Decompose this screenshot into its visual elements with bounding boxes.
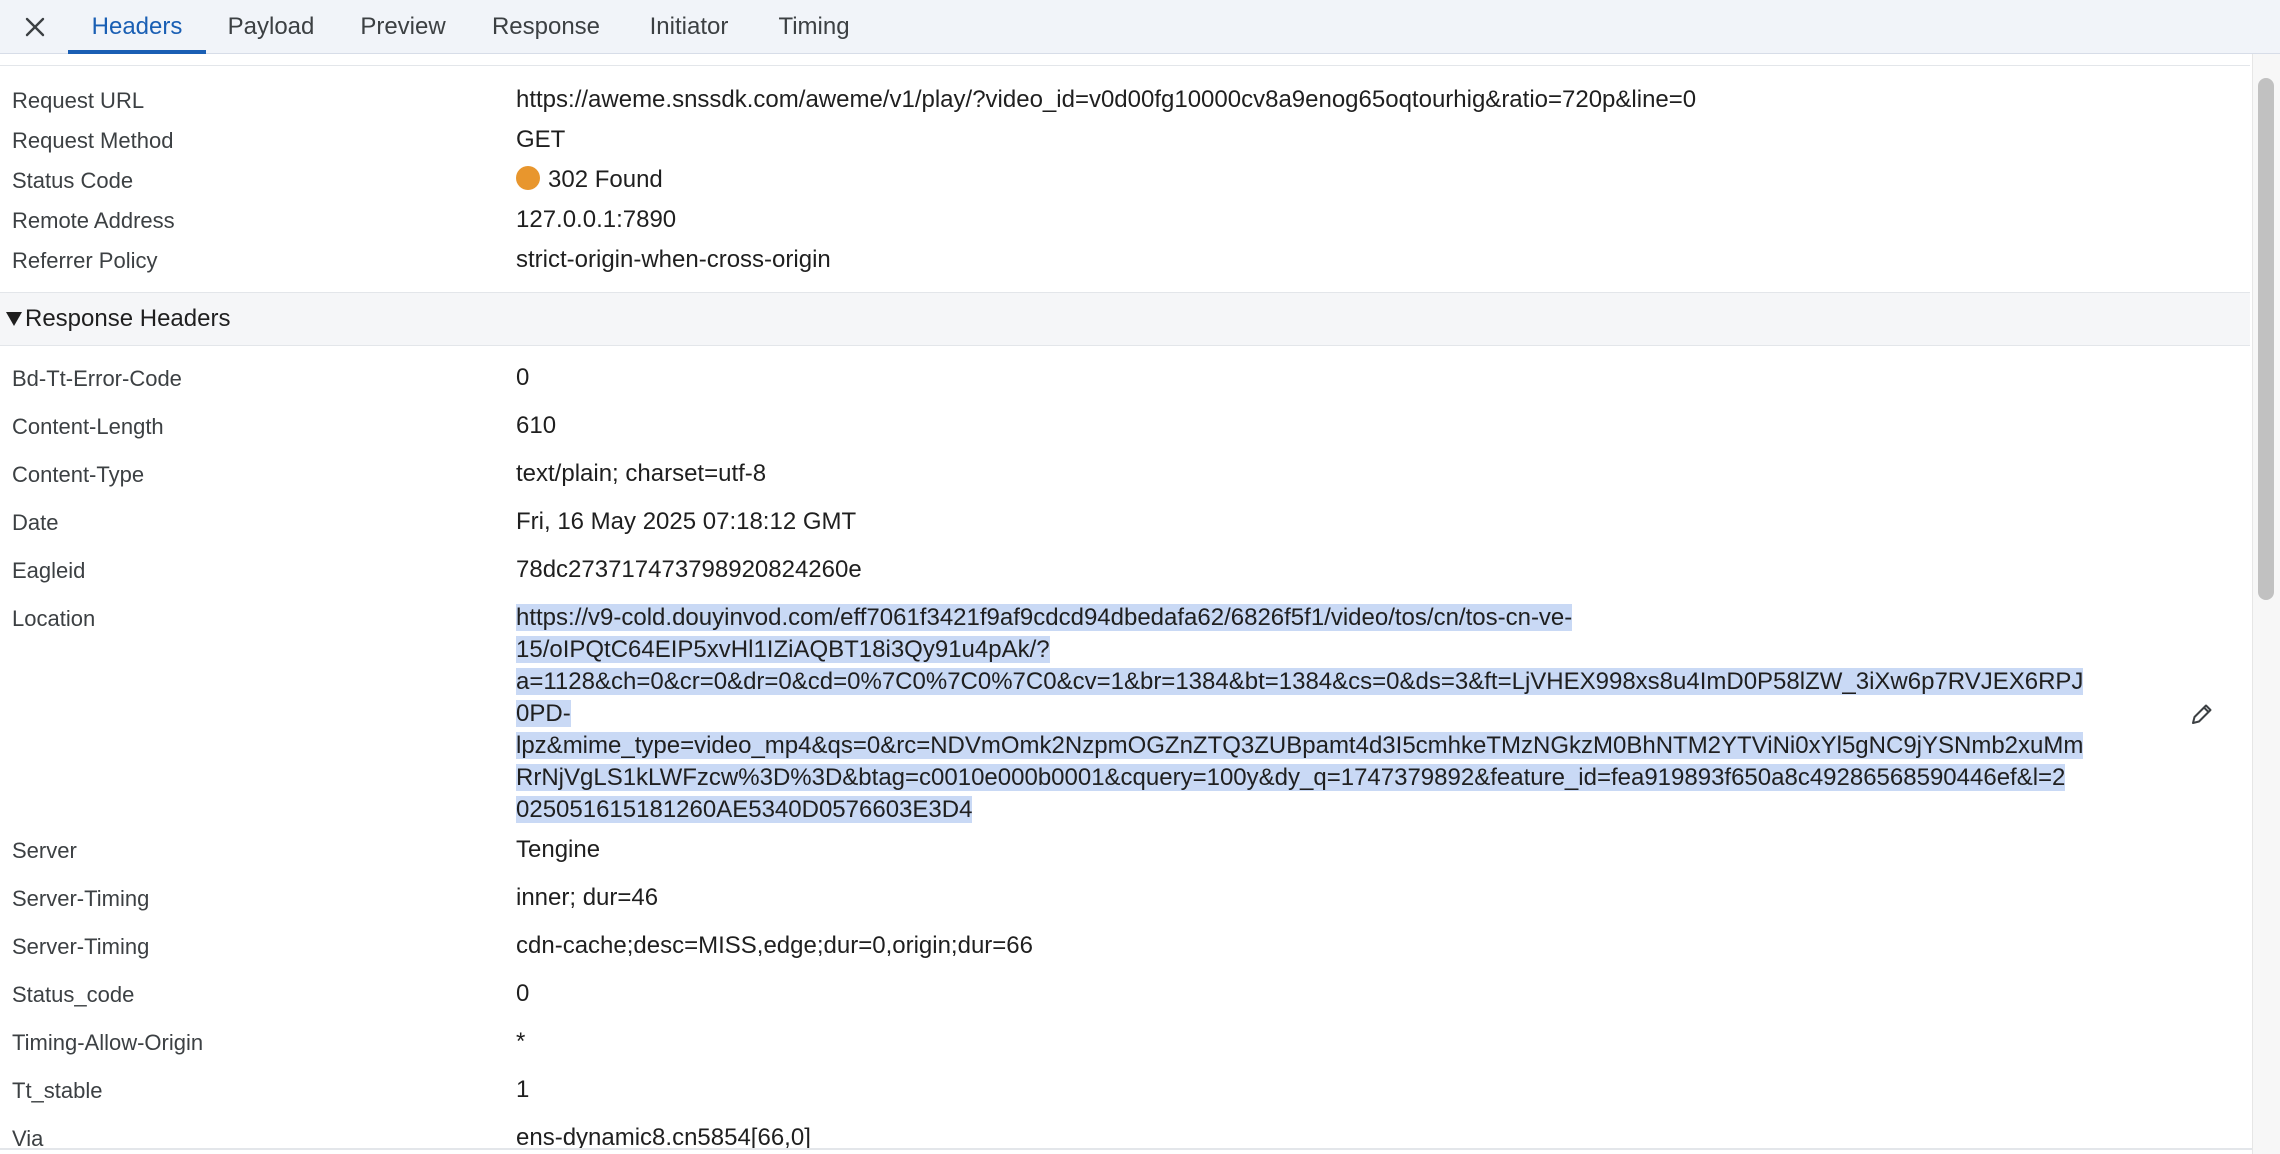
- referrer-policy-value: strict-origin-when-cross-origin: [516, 246, 831, 273]
- header-name: Server-Timing: [12, 886, 150, 911]
- header-name: Content-Type: [12, 462, 145, 487]
- header-name: Status_code: [12, 982, 135, 1007]
- remote-address-label: Remote Address: [12, 208, 175, 233]
- header-value: cdn-cache;desc=MISS,edge;dur=0,origin;du…: [516, 932, 1033, 959]
- request-method-label: Request Method: [12, 128, 174, 153]
- location-value-line: 025051615181260AE5340D0576603E3D4: [516, 796, 973, 823]
- status-code-text: 302 Found: [548, 166, 663, 193]
- tab-response[interactable]: Response: [476, 0, 616, 54]
- referrer-policy-label: Referrer Policy: [12, 248, 158, 273]
- tab-bar: Headers Payload Preview Response Initiat…: [0, 0, 2280, 54]
- devtools-network-headers-panel: Headers Payload Preview Response Initiat…: [0, 0, 2280, 1154]
- header-name: Tt_stable: [12, 1078, 103, 1103]
- status-warning-dot-icon: [516, 166, 540, 190]
- header-name: Content-Length: [12, 414, 164, 439]
- response-headers-section-toggle[interactable]: Response Headers: [0, 292, 2250, 346]
- vertical-scrollbar-thumb[interactable]: [2258, 78, 2274, 600]
- location-value-line: RrNjVgLS1kLWFzcw%3D%3D&btag=c0010e000b00…: [516, 764, 2066, 791]
- header-name: Date: [12, 510, 59, 535]
- triangle-down-icon: [6, 312, 22, 326]
- general-section-divider: [0, 54, 2250, 66]
- location-value-line: a=1128&ch=0&cr=0&dr=0&cd=0%7C0%7C0%7C0&c…: [516, 668, 2084, 695]
- header-name: Server: [12, 838, 77, 863]
- tab-timing[interactable]: Timing: [762, 0, 866, 54]
- status-code-value: 302 Found: [516, 166, 663, 194]
- location-value-line: https://v9-cold.douyinvod.com/eff7061f34…: [516, 604, 1573, 631]
- header-value: text/plain; charset=utf-8: [516, 460, 767, 487]
- status-code-label: Status Code: [12, 168, 134, 193]
- header-value: *: [516, 1028, 526, 1055]
- request-method-value: GET: [516, 126, 566, 153]
- tab-initiator[interactable]: Initiator: [628, 0, 750, 54]
- header-value: 0: [516, 980, 530, 1007]
- header-value: Fri, 16 May 2025 07:18:12 GMT: [516, 508, 857, 535]
- header-value: 610: [516, 412, 557, 439]
- header-name: Bd-Tt-Error-Code: [12, 366, 182, 391]
- header-value: 0: [516, 364, 530, 391]
- bottom-divider: [0, 1148, 2252, 1150]
- header-name: Timing-Allow-Origin: [12, 1030, 204, 1055]
- header-value: Tengine: [516, 836, 601, 863]
- tab-preview[interactable]: Preview: [344, 0, 462, 54]
- location-value-line: 15/oIPQtC64EIP5xvHl1IZiAQBT18i3Qy91u4pAk…: [516, 636, 1050, 663]
- location-value-line: 0PD-: [516, 700, 571, 727]
- request-url-label: Request URL: [12, 88, 145, 113]
- location-header-value[interactable]: https://v9-cold.douyinvod.com/eff7061f34…: [516, 602, 2180, 826]
- header-value: 1: [516, 1076, 530, 1103]
- tab-headers[interactable]: Headers: [68, 0, 206, 54]
- response-headers-title: Response Headers: [25, 305, 231, 332]
- pencil-icon[interactable]: [2188, 700, 2216, 728]
- location-value-line: lpz&mime_type=video_mp4&qs=0&rc=NDVmOmk2…: [516, 732, 2084, 759]
- header-name: Eagleid: [12, 558, 86, 583]
- tab-payload[interactable]: Payload: [210, 0, 332, 54]
- close-icon: [25, 17, 45, 37]
- request-url-value: https://aweme.snssdk.com/aweme/v1/play/?…: [516, 86, 1697, 113]
- header-value: inner; dur=46: [516, 884, 659, 911]
- close-button[interactable]: [18, 10, 52, 44]
- remote-address-value: 127.0.0.1:7890: [516, 206, 677, 233]
- location-header-name: Location: [12, 606, 96, 631]
- header-name: Server-Timing: [12, 934, 150, 959]
- header-value: 78dc273717473798920824260e: [516, 556, 862, 583]
